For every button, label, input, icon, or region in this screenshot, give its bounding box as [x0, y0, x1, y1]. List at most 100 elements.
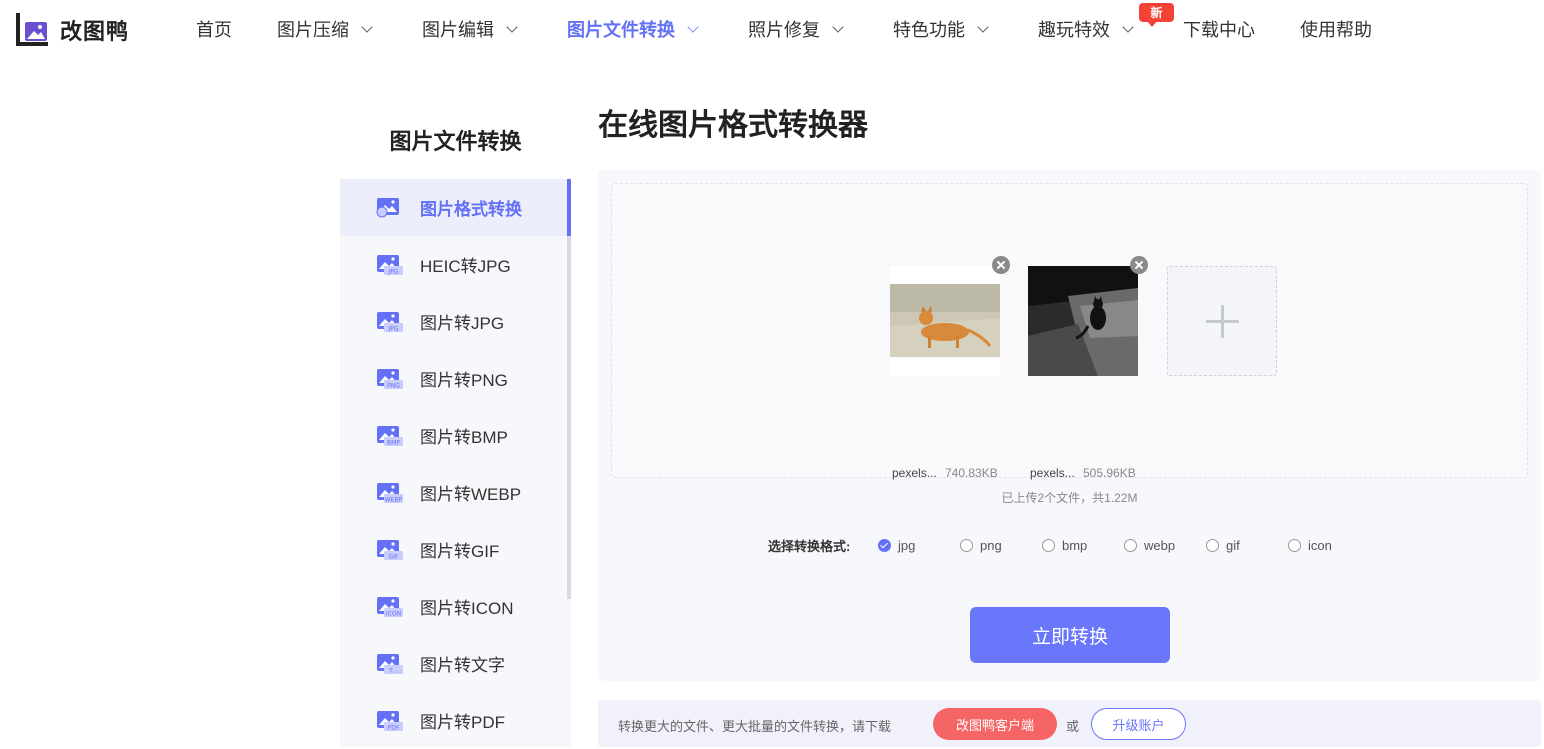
- svg-text:JPG: JPG: [387, 326, 398, 333]
- nav-label: 下载中心: [1183, 20, 1255, 40]
- chevron-down-icon: [832, 20, 844, 33]
- sidebar: 图片格式转换 JPG HEIC转JPG JPG 图片转JPG PNG 图片转PNG BMP 图片…: [340, 179, 571, 747]
- upload-drop-zone[interactable]: pexels... 740.83KB pexels... 505.96KB: [611, 183, 1528, 480]
- svg-text:PNG: PNG: [387, 383, 400, 390]
- svg-text:WEBP: WEBP: [385, 497, 403, 504]
- promo-text: 转换更大的文件、更大批量的文件转换，请下载: [618, 719, 892, 734]
- image-text-icon: T...: [377, 654, 403, 675]
- sidebar-item-label: 图片转文字: [420, 656, 505, 675]
- radio-label: webp: [1144, 538, 1176, 553]
- sidebar-item-label: 图片转WEBP: [420, 485, 522, 504]
- format-radio-gif[interactable]: gif: [1206, 538, 1240, 553]
- file-thumbnail: pexels... 740.83KB: [890, 256, 1010, 480]
- convert-now-button[interactable]: 立即转换: [970, 607, 1170, 663]
- radio-label: jpg: [898, 538, 916, 553]
- nav-label: 图片压缩: [277, 20, 349, 40]
- svg-text:ICON: ICON: [386, 611, 401, 618]
- nav-label: 首页: [196, 20, 232, 40]
- nav-image-compress[interactable]: 图片压缩: [277, 16, 373, 42]
- orange-cat-photo: [890, 266, 1000, 376]
- chevron-down-icon: [361, 20, 373, 33]
- file-size: 740.83KB: [945, 466, 998, 480]
- chevron-down-icon: [687, 20, 699, 33]
- sidebar-item-label: HEIC转JPG: [420, 257, 511, 276]
- add-file-button[interactable]: [1167, 266, 1277, 376]
- image-webp-icon: WEBP: [377, 483, 403, 504]
- nav-image-file-convert[interactable]: 图片文件转换: [567, 16, 699, 42]
- nav-photo-repair[interactable]: 照片修复: [748, 16, 844, 42]
- sidebar-item-label: 图片格式转换: [420, 200, 522, 219]
- sidebar-item[interactable]: JPG HEIC转JPG: [340, 236, 567, 293]
- format-radio-webp[interactable]: webp: [1124, 538, 1175, 553]
- converter-panel: pexels... 740.83KB pexels... 505.96KB 已上…: [598, 170, 1541, 681]
- bottom-promo-bar: 转换更大的文件、更大批量的文件转换，请下载 改图鸭客户端 或 升级账户: [598, 700, 1541, 747]
- logo-text: 改图鸭: [60, 19, 130, 44]
- download-client-button[interactable]: 改图鸭客户端: [933, 708, 1057, 740]
- sidebar-item[interactable]: ICON 图片转ICON: [340, 578, 567, 635]
- radio-icon: [1288, 539, 1301, 552]
- sidebar-item-label: 图片转JPG: [420, 314, 505, 333]
- nav-label: 特色功能: [893, 20, 965, 40]
- radio-icon: [1124, 539, 1137, 552]
- new-badge: 新: [1139, 3, 1174, 27]
- nav-help[interactable]: 使用帮助: [1300, 16, 1372, 42]
- sidebar-item[interactable]: PDF 图片转PDF: [340, 692, 567, 747]
- chevron-down-icon: [1122, 20, 1134, 33]
- image-gif-icon: GIF: [377, 540, 403, 561]
- logo[interactable]: 改图鸭: [14, 12, 129, 48]
- nav-label: 趣玩特效: [1038, 20, 1110, 40]
- nav-label: 照片修复: [748, 20, 820, 40]
- sidebar-item[interactable]: PNG 图片转PNG: [340, 350, 567, 407]
- svg-text:GIF: GIF: [389, 554, 399, 561]
- sidebar-item[interactable]: T... 图片转文字: [340, 635, 567, 692]
- heic-jpg-icon: JPG: [377, 255, 403, 276]
- image-png-icon: PNG: [377, 369, 403, 390]
- nav-home[interactable]: 首页: [196, 16, 232, 42]
- nav-label: 图片文件转换: [567, 20, 675, 40]
- file-name: pexels...: [1030, 466, 1075, 480]
- format-radio-jpg[interactable]: jpg: [878, 538, 915, 553]
- black-cat-photo: [1028, 266, 1138, 376]
- nav-image-edit[interactable]: 图片编辑: [422, 16, 518, 42]
- sidebar-item-label: 图片转BMP: [420, 428, 508, 447]
- sidebar-item[interactable]: GIF 图片转GIF: [340, 521, 567, 578]
- image-pdf-icon: PDF: [377, 711, 403, 732]
- sidebar-item-label: 图片转PDF: [420, 713, 505, 732]
- remove-file-button[interactable]: [992, 256, 1010, 274]
- remove-file-button[interactable]: [1130, 256, 1148, 274]
- or-text: 或: [1066, 719, 1080, 734]
- upload-status: 已上传2个文件，共1.22M: [1001, 491, 1138, 505]
- sidebar-item[interactable]: 图片格式转换: [340, 179, 571, 236]
- page-title: 在线图片格式转换器: [598, 109, 868, 142]
- upgrade-account-button[interactable]: 升级账户: [1091, 708, 1186, 740]
- format-radio-png[interactable]: png: [960, 538, 1002, 553]
- nav-label: 图片编辑: [422, 20, 494, 40]
- radio-label: bmp: [1062, 538, 1088, 553]
- radio-label: icon: [1308, 538, 1332, 553]
- nav-fun-effects[interactable]: 趣玩特效: [1038, 16, 1134, 42]
- sidebar-item[interactable]: WEBP 图片转WEBP: [340, 464, 567, 521]
- top-header: 改图鸭 首页 图片压缩 图片编辑 图片文件转换 照片修复 特色功能 趣玩特效 新…: [0, 0, 1544, 60]
- nav-download-center[interactable]: 下载中心: [1183, 16, 1255, 42]
- svg-text:JPG: JPG: [387, 269, 398, 276]
- sidebar-item[interactable]: BMP 图片转BMP: [340, 407, 567, 464]
- svg-text:T...: T...: [388, 668, 398, 675]
- radio-label: png: [980, 538, 1002, 553]
- radio-icon: [960, 539, 973, 552]
- format-selector: 选择转换格式:: [768, 535, 850, 555]
- sidebar-scrollbar[interactable]: [567, 179, 571, 599]
- image-convert-icon: [376, 198, 399, 218]
- file-name: pexels...: [892, 466, 937, 480]
- format-radio-icon[interactable]: icon: [1288, 538, 1332, 553]
- svg-text:BMP: BMP: [387, 440, 400, 447]
- sidebar-item[interactable]: JPG 图片转JPG: [340, 293, 567, 350]
- radio-checked-icon: [878, 539, 891, 552]
- image-jpg-icon: JPG: [377, 312, 403, 333]
- chevron-down-icon: [506, 20, 518, 33]
- format-radio-bmp[interactable]: bmp: [1042, 538, 1087, 553]
- radio-icon: [1042, 539, 1055, 552]
- sidebar-item-label: 图片转ICON: [420, 599, 514, 618]
- image-icon-icon: ICON: [377, 597, 403, 618]
- nav-special-features[interactable]: 特色功能: [893, 16, 989, 42]
- sidebar-item-label: 图片转PNG: [420, 371, 508, 390]
